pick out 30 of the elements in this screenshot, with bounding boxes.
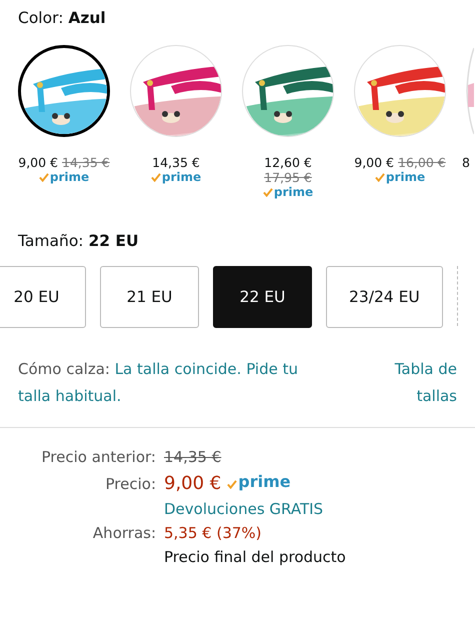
free-returns-link[interactable]: Devoluciones GRATIS [164,500,324,518]
old-price: 16,00 € [398,155,446,170]
size-option[interactable]: 20 EU [0,266,86,328]
savings-amount: 5,35 € (37%) [164,524,262,542]
color-swatch[interactable] [466,45,474,137]
size-option[interactable]: 21 EU [100,266,199,328]
color-label: Color: Azul [18,9,107,27]
price-label: Precio: [106,475,156,493]
prime-badge: prime [227,472,291,491]
size-label: Tamaño: 22 EU [17,232,140,250]
old-price: 14,35 € [62,155,110,170]
previous-price-label: Precio anterior: [42,448,156,466]
swatch-price: 9,00 € [354,155,394,170]
swatch-price: 8 [462,155,470,170]
price-note: Precio final del producto [164,548,346,566]
fit-info: Cómo calza: La talla coincide. Pide tu talla habitual. [18,359,299,407]
size-option[interactable]: 22 EU [213,266,312,328]
old-price: 17,95 € [264,170,312,185]
prime-badge: prime [262,185,314,199]
prime-badge: prime [150,170,202,184]
swatch-price: 9,00 € [18,155,58,170]
savings-label: Ahorras: [92,524,156,542]
previous-price: 14,35 € [164,448,222,466]
prime-badge: prime [374,170,426,184]
current-price: 9,00 € [164,473,222,494]
swatch-price: 14,35 € [152,155,200,170]
size-option[interactable]: 23/24 EU [326,266,443,328]
swatch-price: 12,60 € [264,155,312,170]
prime-badge: prime [38,170,90,184]
size-chart-link[interactable]: Tabla de tallas [362,356,457,410]
